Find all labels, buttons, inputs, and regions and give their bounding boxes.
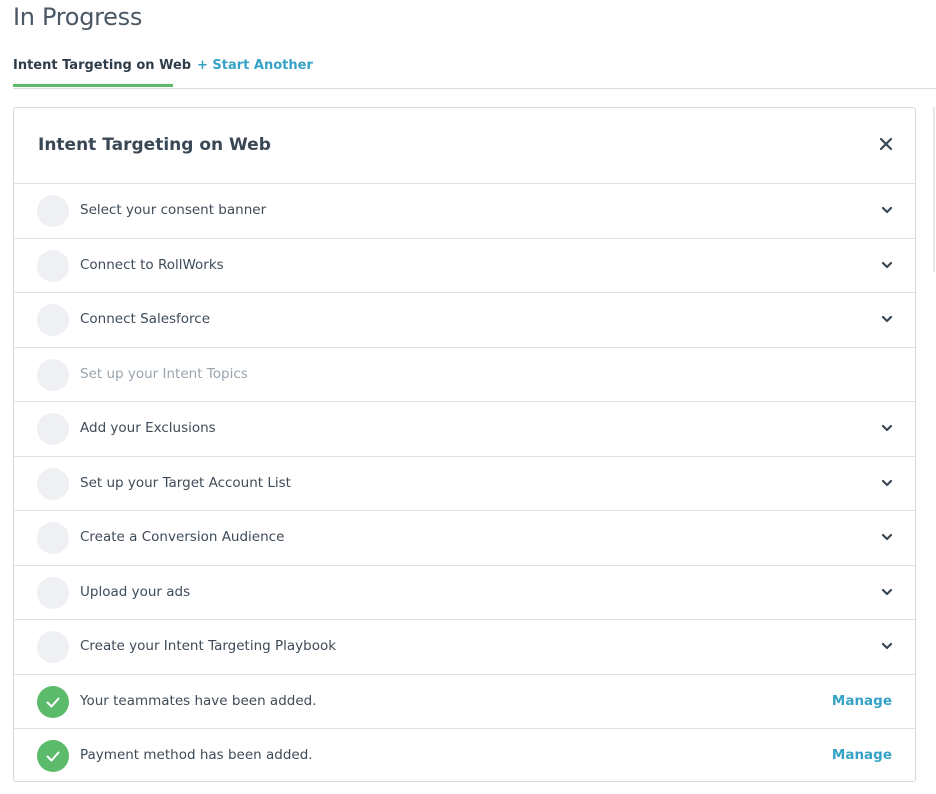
check-circle-icon	[37, 685, 69, 718]
step-status-circle	[37, 413, 69, 445]
step-label: Set up your Target Account List	[80, 474, 291, 491]
step-label: Create your Intent Targeting Playbook	[80, 638, 337, 654]
step-status-circle	[37, 304, 69, 336]
step-label: Connect to RollWorks	[80, 256, 224, 273]
step-status-circle	[37, 195, 69, 227]
step-row[interactable]: Select your consent banner	[14, 184, 915, 239]
manage-link[interactable]: Manage	[832, 693, 892, 709]
step-label: Payment method has been added.	[80, 747, 313, 763]
step-row[interactable]: Add your Exclusions	[14, 402, 915, 457]
close-icon[interactable]	[879, 137, 893, 151]
chevron-down-icon[interactable]	[881, 532, 893, 542]
tab-bar: Intent Targeting on Web + Start Another	[13, 50, 936, 89]
check-circle-icon	[37, 740, 69, 772]
step-status-circle	[37, 467, 69, 500]
chevron-down-icon[interactable]	[881, 314, 893, 324]
card-title: Intent Targeting on Web	[38, 135, 271, 155]
step-status-circle	[37, 358, 69, 391]
step-row[interactable]: Create a Conversion Audience	[14, 511, 915, 566]
step-status-circle	[37, 249, 69, 282]
step-status-circle	[37, 576, 69, 609]
setup-card: Intent Targeting on Web Select your cons…	[13, 107, 916, 782]
step-list: Select your consent banner Connect to Rol…	[14, 184, 915, 784]
step-row[interactable]: Upload your ads	[14, 566, 915, 620]
step-label: Set up your Intent Topics	[80, 365, 248, 382]
step-label: Your teammates have been added.	[80, 692, 317, 709]
step-status-circle	[37, 631, 69, 663]
step-row[interactable]: Your teammates have been added. Manage	[14, 675, 915, 729]
chevron-down-icon[interactable]	[881, 423, 893, 433]
step-status-circle	[37, 522, 69, 554]
chevron-down-icon[interactable]	[881, 478, 893, 488]
step-row[interactable]: Create your Intent Targeting Playbook	[14, 620, 915, 675]
step-label: Create a Conversion Audience	[80, 529, 285, 545]
chevron-down-icon[interactable]	[881, 587, 893, 597]
side-panel-edge	[933, 107, 935, 272]
step-row[interactable]: Payment method has been added. Manage	[14, 729, 915, 784]
step-label: Upload your ads	[80, 583, 191, 600]
card-header: Intent Targeting on Web	[14, 108, 915, 184]
chevron-down-icon[interactable]	[881, 641, 893, 651]
step-label: Add your Exclusions	[80, 420, 216, 436]
step-row[interactable]: Connect Salesforce	[14, 293, 915, 348]
page-title: In Progress	[13, 3, 143, 31]
step-label: Select your consent banner	[80, 202, 267, 218]
step-row[interactable]: Set up your Target Account List	[14, 457, 915, 511]
step-row[interactable]: Connect to RollWorks	[14, 239, 915, 293]
step-row: Set up your Intent Topics	[14, 348, 915, 402]
chevron-down-icon[interactable]	[881, 260, 893, 270]
tab-intent-targeting-on-web[interactable]: Intent Targeting on Web	[13, 58, 191, 87]
step-label: Connect Salesforce	[80, 311, 211, 327]
chevron-down-icon[interactable]	[881, 205, 893, 215]
manage-link[interactable]: Manage	[832, 747, 892, 763]
start-another-link[interactable]: + Start Another	[197, 58, 313, 87]
